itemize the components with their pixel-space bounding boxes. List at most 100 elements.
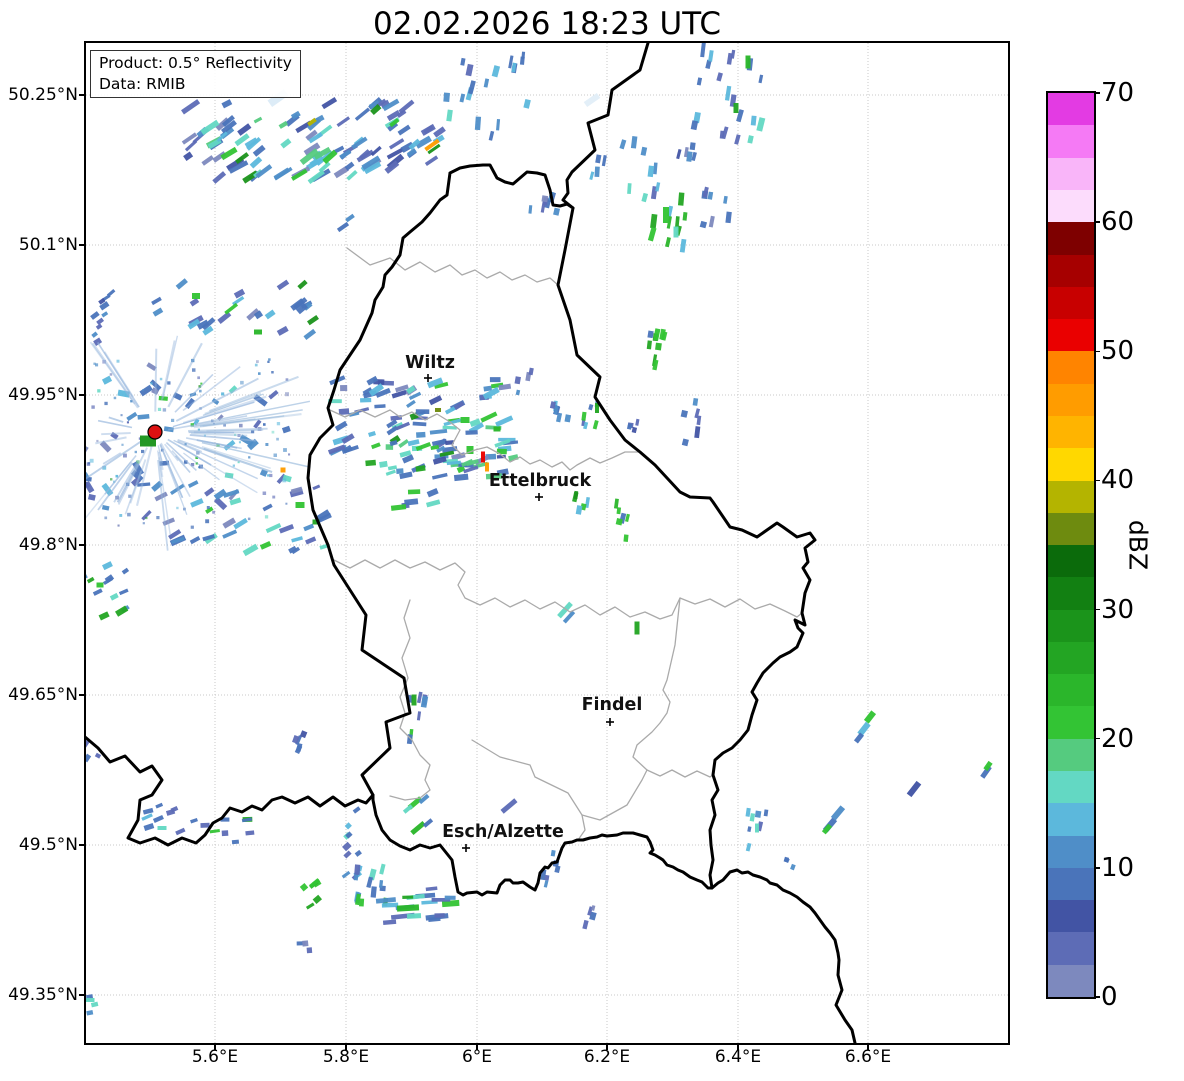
city-marker [535,493,543,501]
lat-tick-label: 50.25°N [8,85,78,105]
lon-tick-label: 6.6°E [844,1047,892,1067]
lon-tick-label: 6.4°E [714,1047,762,1067]
map-canvas: Wiltz Ettelbruck Findel Esch/Alzette [86,43,1008,1043]
city-label: Ettelbruck [489,471,592,491]
colorbar-segment [1048,222,1094,255]
map-plot-area: Wiltz Ettelbruck Findel Esch/Alzette Produc… [84,41,1010,1045]
colorbar-segment [1048,512,1094,546]
lat-tick-mark [79,94,84,96]
colorbar-segment [1048,900,1094,933]
colorbar-segment [1048,319,1094,352]
colorbar-segment [1048,93,1094,126]
colorbar-segment [1048,609,1094,642]
colorbar-segment [1048,738,1094,772]
figure-title: 02.02.2026 18:23 UTC [373,6,721,42]
echo-accent [755,823,759,833]
country-border [710,868,857,1043]
lat-tick-mark [79,994,84,996]
lat-tick-mark [79,244,84,246]
colorbar-tick-label: 30 [1101,594,1135,625]
lon-tick-label: 6°E [461,1047,493,1067]
echo-accent [396,904,420,912]
lat-tick-label: 49.5°N [18,835,78,855]
colorbar-tick-mark [1094,350,1100,353]
graticule [86,43,1008,1043]
colorbar-tick-label: 70 [1101,78,1135,108]
colorbar-tick-label: 50 [1101,336,1135,367]
echo-accent [96,582,104,588]
colorbar-segment [1048,867,1094,901]
colorbar-segment [1048,545,1094,578]
colorbar-tick-mark [1094,996,1100,998]
echo-accent [906,780,922,798]
echo-accent [673,226,679,238]
colorbar [1046,91,1096,999]
echo-accent [435,408,441,412]
lon-tick-mark [867,1045,869,1050]
colorbar-tick-mark [1094,737,1100,740]
colorbar-segment [1048,577,1094,610]
echo-accent [406,913,422,919]
echo-accent [663,207,669,223]
lat-tick-mark [79,844,84,846]
colorbar-tick-label: 0 [1101,982,1118,1012]
echo-accent [422,818,434,828]
country-border [306,163,817,897]
colorbar-segment [1048,286,1094,320]
lat-tick-mark [79,544,84,546]
lat-tick-label: 49.8°N [18,535,78,555]
echo-accent [500,798,518,814]
colorbar-segment [1048,835,1094,868]
lat-tick-mark [79,394,84,396]
colorbar-segment [1048,641,1094,675]
district-border [577,814,586,841]
district-border [333,559,803,620]
city-marker [462,844,470,852]
radar-site-marker [147,424,163,440]
colorbar-tick-mark [1094,479,1100,482]
lon-tick-label: 5.8°E [322,1047,370,1067]
echo-accent [745,55,751,69]
echo-accent [863,710,877,724]
lat-tick-mark [79,694,84,696]
echo-accent [345,213,355,223]
echo-accent [460,417,470,423]
colorbar-segment [1048,480,1094,513]
district-border [471,597,681,821]
lon-tick-label: 5.6°E [191,1047,239,1067]
echo-accent [481,451,485,463]
colorbar-segment [1048,932,1094,965]
lon-tick-mark [476,1045,478,1050]
city-label: Findel [582,695,643,715]
colorbar-tick-mark [1094,92,1100,94]
echo-accent [733,103,739,113]
colorbar-tick-label: 20 [1101,723,1135,754]
echo-accent [254,329,262,335]
echo-accent [86,998,95,1002]
country-border [86,735,375,847]
echo-accent [192,293,200,299]
colorbar-segment [1048,254,1094,287]
echo-accent [411,694,417,706]
lat-tick-label: 49.95°N [8,385,78,405]
colorbar-segment [1048,157,1094,190]
product-line: Product: 0.5° Reflectivity [99,54,292,72]
city-label: Esch/Alzette [442,822,564,842]
colorbar-segment [1048,125,1094,158]
colorbar-tick-label: 60 [1101,207,1135,238]
lon-tick-mark [606,1045,608,1050]
country-border [561,43,650,210]
colorbar-segment [1048,803,1094,836]
colorbar-segment [1048,964,1094,997]
echo-accent [830,805,846,821]
colorbar-tick-label: 10 [1101,852,1135,883]
country-borders [86,43,857,1043]
colorbar-segment [1048,415,1094,449]
echo-accent [634,621,640,635]
echo-accent [410,820,426,836]
echo-accent [157,826,167,830]
colorbar-segment [1048,351,1094,384]
colorbar-segment [1048,189,1094,223]
lat-tick-label: 49.35°N [8,985,78,1005]
data-source-line: Data: RMIB [99,74,186,93]
